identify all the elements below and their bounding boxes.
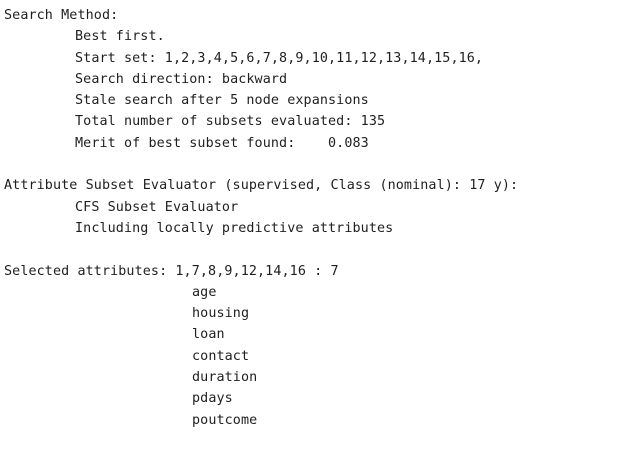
search-method-line: Total number of subsets evaluated: 135 (75, 114, 386, 130)
search-method-line: Stale search after 5 node expansions (75, 93, 369, 109)
search-method-line: Best first. (75, 29, 165, 45)
selected-attribute-item: contact (192, 348, 250, 364)
selected-attribute-item: poutcome (192, 412, 258, 428)
search-method-line: Search direction: backward (75, 71, 288, 87)
evaluator-line: CFS Subset Evaluator (75, 199, 239, 215)
search-method-heading: Search Method: (4, 8, 119, 23)
selected-attributes-heading: Selected attributes: 1,7,8,9,12,14,16 : … (4, 263, 339, 279)
selected-attribute-item: loan (192, 327, 225, 343)
selected-attribute-item: housing (192, 306, 250, 322)
selected-attribute-item: duration (192, 370, 258, 386)
classifier-output-text[interactable]: Search Method: Best first. Start set: 1,… (0, 0, 622, 473)
evaluator-line: Including locally predictive attributes (75, 220, 394, 236)
evaluator-heading: Attribute Subset Evaluator (supervised, … (4, 178, 519, 194)
selected-attribute-item: age (192, 284, 217, 300)
selected-attribute-item: pdays (192, 391, 233, 407)
search-method-line: Start set: 1,2,3,4,5,6,7,8,9,10,11,12,13… (75, 50, 484, 66)
search-method-line: Merit of best subset found: 0.083 (75, 135, 369, 151)
